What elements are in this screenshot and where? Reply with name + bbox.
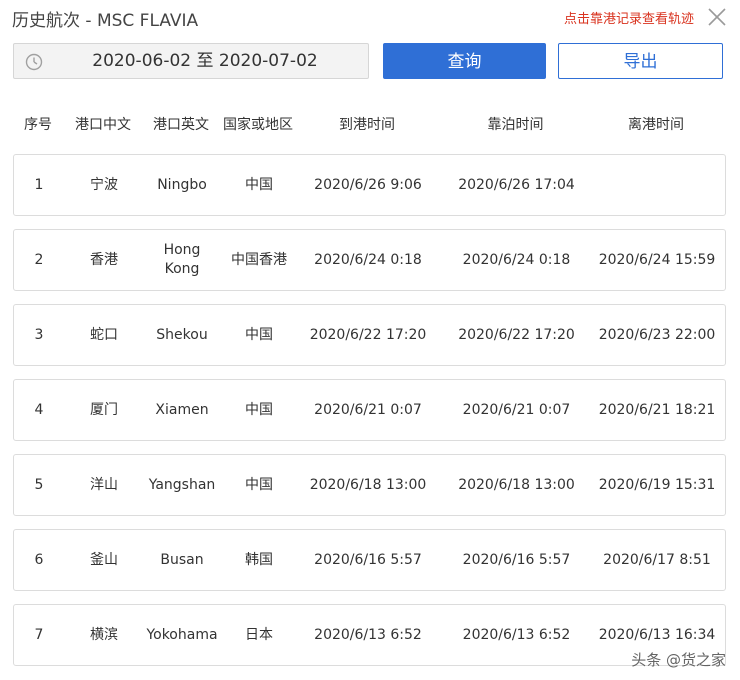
date-range-picker[interactable]: 2020-06-02 至 2020-07-02 bbox=[13, 43, 369, 79]
cell-seq: 5 bbox=[34, 476, 44, 493]
cell-port-en: Shekou bbox=[156, 326, 208, 343]
table-row[interactable]: 5 洋山 Yangshan 中国 2020/6/18 13:00 2020/6/… bbox=[13, 454, 726, 516]
date-range-value: 2020-06-02 至 2020-07-02 bbox=[92, 51, 318, 71]
title-bar: 历史航次 - MSC FLAVIA 点击靠港记录查看轨迹 bbox=[0, 0, 740, 36]
cell-departure-time: 2020/6/19 15:31 bbox=[598, 476, 716, 493]
cell-region: 中国 bbox=[245, 401, 273, 418]
cell-berth-time: 2020/6/16 5:57 bbox=[462, 551, 571, 568]
cell-region: 中国 bbox=[245, 326, 273, 343]
cell-seq: 6 bbox=[34, 551, 44, 568]
cell-port-cn: 洋山 bbox=[90, 476, 118, 493]
cell-berth-time: 2020/6/24 0:18 bbox=[462, 251, 571, 268]
cell-arrival-time: 2020/6/22 17:20 bbox=[309, 326, 427, 343]
query-button[interactable]: 查询 bbox=[383, 43, 546, 79]
cell-departure-time: 2020/6/17 8:51 bbox=[603, 551, 711, 568]
header-port-cn: 港口中文 bbox=[75, 117, 131, 133]
table-row[interactable]: 4 厦门 Xiamen 中国 2020/6/21 0:07 2020/6/21 … bbox=[13, 379, 726, 441]
table-row[interactable]: 3 蛇口 Shekou 中国 2020/6/22 17:20 2020/6/22… bbox=[13, 304, 726, 366]
cell-region: 日本 bbox=[245, 626, 273, 643]
cell-seq: 7 bbox=[34, 626, 44, 643]
cell-seq: 4 bbox=[34, 401, 44, 418]
cell-departure-time: 2020/6/23 22:00 bbox=[598, 326, 716, 343]
cell-departure-time bbox=[592, 155, 722, 215]
cell-arrival-time: 2020/6/24 0:18 bbox=[314, 251, 422, 268]
cell-port-en: Yangshan bbox=[148, 476, 216, 493]
cell-berth-time: 2020/6/18 13:00 bbox=[458, 476, 575, 493]
export-button[interactable]: 导出 bbox=[558, 43, 723, 79]
window-title: 历史航次 - MSC FLAVIA bbox=[12, 11, 199, 31]
cell-port-en: Yokohama bbox=[146, 626, 218, 643]
cell-port-cn: 厦门 bbox=[90, 401, 118, 418]
cell-port-en: Busan bbox=[160, 551, 204, 568]
header-region: 国家或地区 bbox=[223, 117, 293, 133]
cell-arrival-time: 2020/6/16 5:57 bbox=[314, 551, 422, 568]
close-icon[interactable] bbox=[706, 6, 728, 28]
header-arrival-time: 到港时间 bbox=[339, 117, 395, 133]
cell-arrival-time: 2020/6/18 13:00 bbox=[309, 476, 427, 493]
cell-port-cn: 蛇口 bbox=[90, 326, 118, 343]
cell-port-cn: 横滨 bbox=[90, 626, 118, 643]
cell-port-en: Hong Kong bbox=[163, 242, 201, 277]
header-departure-time: 离港时间 bbox=[628, 117, 684, 133]
cell-region: 中国 bbox=[245, 176, 273, 193]
cell-seq: 2 bbox=[34, 251, 44, 268]
table-header: 序号 港口中文 港口英文 国家或地区 到港时间 靠泊时间 离港时间 bbox=[13, 110, 726, 140]
cell-port-cn: 釜山 bbox=[90, 551, 118, 568]
cell-arrival-time: 2020/6/13 6:52 bbox=[314, 626, 422, 643]
cell-departure-time: 2020/6/24 15:59 bbox=[598, 251, 716, 268]
clock-icon bbox=[24, 52, 44, 72]
cell-berth-time: 2020/6/26 17:04 bbox=[458, 176, 575, 193]
cell-seq: 1 bbox=[34, 176, 44, 193]
cell-departure-time: 2020/6/21 18:21 bbox=[598, 401, 716, 418]
cell-region: 中国香港 bbox=[231, 251, 287, 268]
view-track-link[interactable]: 点击靠港记录查看轨迹 bbox=[564, 8, 694, 27]
cell-berth-time: 2020/6/21 0:07 bbox=[462, 401, 571, 418]
cell-arrival-time: 2020/6/21 0:07 bbox=[314, 401, 422, 418]
watermark: 头条 @货之家 bbox=[631, 651, 726, 669]
table-row[interactable]: 2 香港 Hong Kong 中国香港 2020/6/24 0:18 2020/… bbox=[13, 229, 726, 291]
header-seq: 序号 bbox=[24, 117, 52, 133]
table-row[interactable]: 6 釜山 Busan 韩国 2020/6/16 5:57 2020/6/16 5… bbox=[13, 529, 726, 591]
header-berth-time: 靠泊时间 bbox=[487, 117, 544, 133]
cell-berth-time: 2020/6/13 6:52 bbox=[462, 626, 571, 643]
cell-seq: 3 bbox=[34, 326, 44, 343]
table-row[interactable]: 1 宁波 Ningbo 中国 2020/6/26 9:06 2020/6/26 … bbox=[13, 154, 726, 216]
cell-berth-time: 2020/6/22 17:20 bbox=[458, 326, 575, 343]
cell-port-cn: 宁波 bbox=[90, 176, 118, 193]
table-row[interactable]: 7 横滨 Yokohama 日本 2020/6/13 6:52 2020/6/1… bbox=[13, 604, 726, 666]
cell-port-en: Xiamen bbox=[155, 401, 209, 418]
header-port-en: 港口英文 bbox=[153, 117, 209, 133]
cell-region: 韩国 bbox=[245, 551, 273, 568]
cell-region: 中国 bbox=[245, 476, 273, 493]
cell-port-cn: 香港 bbox=[90, 251, 118, 268]
cell-arrival-time: 2020/6/26 9:06 bbox=[314, 176, 422, 193]
cell-port-en: Ningbo bbox=[157, 176, 207, 193]
